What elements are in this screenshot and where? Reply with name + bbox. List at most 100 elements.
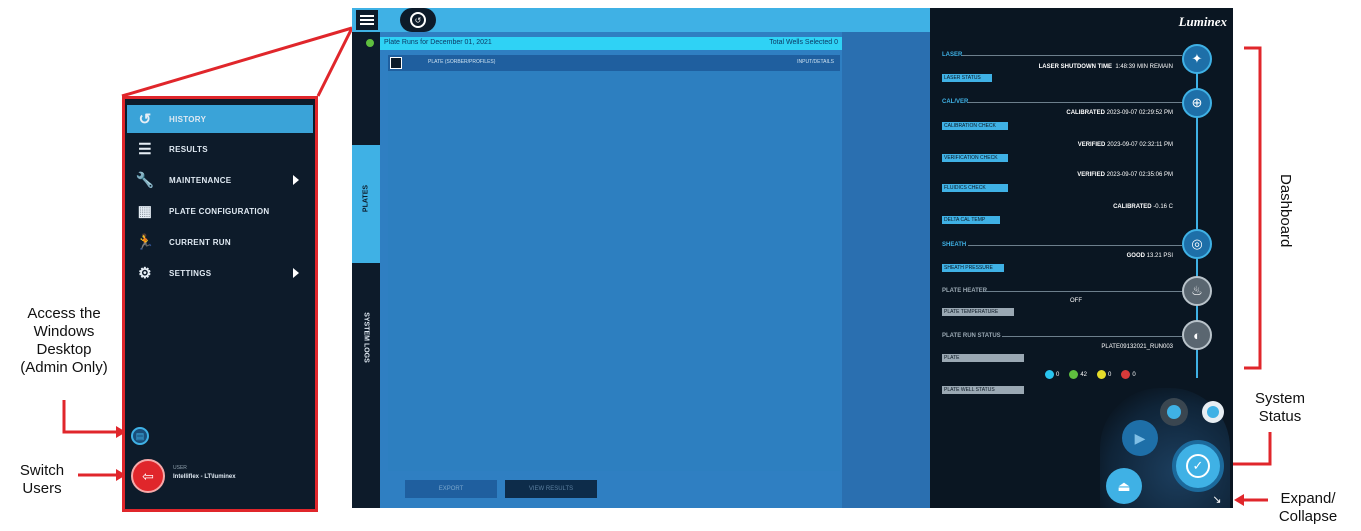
sheath-status: GOOD [1126,253,1145,259]
well-count-green: 42 [1069,370,1087,379]
plate-heater-line [984,291,1182,292]
view-results-button[interactable]: VIEW RESULTS [505,480,597,498]
plate-run-status-line [1002,336,1182,337]
laser-label: LASER [942,52,963,58]
status-dot-icon [1121,370,1131,379]
sheath-pressure-bar: SHEATH PRESSURE [942,264,1004,272]
status-dot-icon [1045,370,1054,379]
view-toggle-button[interactable] [1160,398,1188,426]
hamburger-icon [360,19,374,21]
fluidics-check-bar: FLUIDICS CHECK [942,184,1008,192]
history-icon: ↺ [410,12,426,28]
eject-icon: ⏏ [1117,477,1131,494]
luminex-logo: Luminex [1178,14,1227,29]
calver-row: CALIBRATED -0.16 C [1113,204,1173,210]
plate-runs-table [388,71,840,471]
calibration-icon: ⊕ [1191,95,1203,110]
menu-item-history[interactable]: ↺ HISTORY [127,105,313,133]
calver-value: 2023-09-07 02:32:11 PM [1107,142,1173,148]
content-side-panel [842,32,930,508]
desktop-icon: ▤ [135,430,145,441]
results-list-icon: ☰ [138,141,152,158]
switch-user-button[interactable]: ⇦ [131,459,165,493]
checkmark-icon: ✓ [1186,454,1210,478]
menu-item-label: MAINTENANCE [169,175,232,185]
calver-value: -0.16 C [1153,204,1173,210]
wrench-icon: 🔧 [135,172,155,189]
laser-indicator-button[interactable]: ✦ [1182,44,1212,74]
history-button[interactable]: ↺ [400,8,436,32]
column-plate-name: PLATE (SORBER/PROFILES) [428,59,496,65]
plate-run-status-label: PLATE RUN STATUS [942,333,1001,339]
table-header: PLATE (SORBER/PROFILES) INPUT/DETAILS [388,55,840,71]
dashboard-panel: Luminex LASER LASER SHUTDOWN TIME 1:48:3… [930,8,1233,508]
sheath-pressure: 13.21 PSI [1146,253,1173,259]
user-name: Intelliflex - LT\luminex [173,474,236,480]
status-dot-icon [1097,370,1107,379]
calver-status: VERIFIED [1077,172,1105,178]
plate-heater-indicator-button[interactable]: ♨ [1182,276,1212,306]
laser-shutdown-value: 1:48:39 MIN REMAIN [1115,64,1173,70]
menu-item-current-run[interactable]: 🏃 CURRENT RUN [127,228,313,256]
logout-icon: ⇦ [142,467,154,484]
diagonal-arrow-icon: ↘ [1212,493,1222,506]
well-count-red: 0 [1121,370,1136,379]
laser-icon: ✦ [1191,51,1203,66]
heater-icon: ♨ [1191,283,1203,298]
well-status-counts: 0 42 0 0 [1045,370,1136,379]
calibration-check-bar: CALIBRATION CHECK [942,122,1008,130]
plate-temperature-bar: PLATE TEMPERATURE [942,308,1014,316]
submenu-arrow-icon [293,268,299,278]
sheath-indicator-button[interactable]: ◎ [1182,229,1212,259]
calver-row: CALIBRATED 2023-09-07 02:29:52 PM [1066,110,1173,116]
eject-button[interactable]: ⏏ [1106,468,1142,504]
user-caption: USER [173,465,187,471]
menu-item-label: HISTORY [169,114,207,124]
system-status-button[interactable]: ✓ [1172,440,1224,492]
menu-item-maintenance[interactable]: 🔧 MAINTENANCE [127,166,313,194]
menu-item-plate-configuration[interactable]: ▦ PLATE CONFIGURATION [127,197,313,225]
calver-status: VERIFIED [1077,142,1106,148]
play-button[interactable]: ▶ [1122,420,1158,456]
calver-value: 2023-09-07 02:29:52 PM [1106,110,1173,116]
calver-line [968,102,1182,103]
tab-system-logs[interactable]: SYSTEM LOGS [352,290,380,390]
plate-heater-label: PLATE HEATER [942,288,988,294]
history-icon: ↺ [138,111,152,128]
well-count-value: 0 [1108,371,1112,378]
calver-status: CALIBRATED [1113,204,1152,210]
well-count-yellow: 0 [1097,370,1111,379]
tab-plates-label: PLATES [362,184,370,213]
gear-icon: ⚙ [138,265,152,282]
sheath-line [968,245,1182,246]
calver-row: VERIFIED 2023-09-07 02:32:11 PM [1078,142,1173,148]
menu-item-label: RESULTS [169,144,208,154]
navigation-menu: ↺ HISTORY ☰ RESULTS 🔧 MAINTENANCE ▦ PLAT… [122,96,318,512]
status-ok-icon [364,37,376,49]
menu-item-label: CURRENT RUN [169,237,231,247]
plate-run-status-indicator-button[interactable]: ◐ [1182,320,1212,350]
plate-bar: PLATE [942,354,1024,362]
well-count-value: 0 [1056,371,1060,378]
laser-shutdown: LASER SHUTDOWN TIME 1:48:39 MIN REMAIN [1039,64,1173,70]
menu-item-results[interactable]: ☰ RESULTS [127,135,313,163]
select-all-checkbox[interactable] [390,57,402,69]
status-dot-icon [1069,370,1079,379]
windows-desktop-button[interactable]: ▤ [131,427,149,445]
hamburger-menu-button[interactable] [356,10,378,30]
calver-row: VERIFIED 2023-09-07 02:35:06 PM [1077,172,1173,178]
plate-run-name: PLATE09132021_RUN003 [1101,344,1173,350]
calver-label: CAL/VER [942,99,969,105]
laser-status-bar: LASER STATUS [942,74,992,82]
plate-grid-icon: ▦ [137,203,153,220]
moon-toggle-button[interactable] [1202,401,1224,423]
running-person-icon: 🏃 [135,234,155,251]
verification-check-bar: VERIFICATION CHECK [942,154,1008,162]
expand-collapse-button[interactable]: ↘ [1210,492,1224,506]
sheath-value: GOOD 13.21 PSI [1127,253,1173,259]
tab-plates[interactable]: PLATES [352,145,380,263]
sheath-label: SHEATH [942,242,967,248]
calver-indicator-button[interactable]: ⊕ [1182,88,1212,118]
export-button[interactable]: EXPORT [405,480,497,498]
menu-item-settings[interactable]: ⚙ SETTINGS [127,259,313,287]
